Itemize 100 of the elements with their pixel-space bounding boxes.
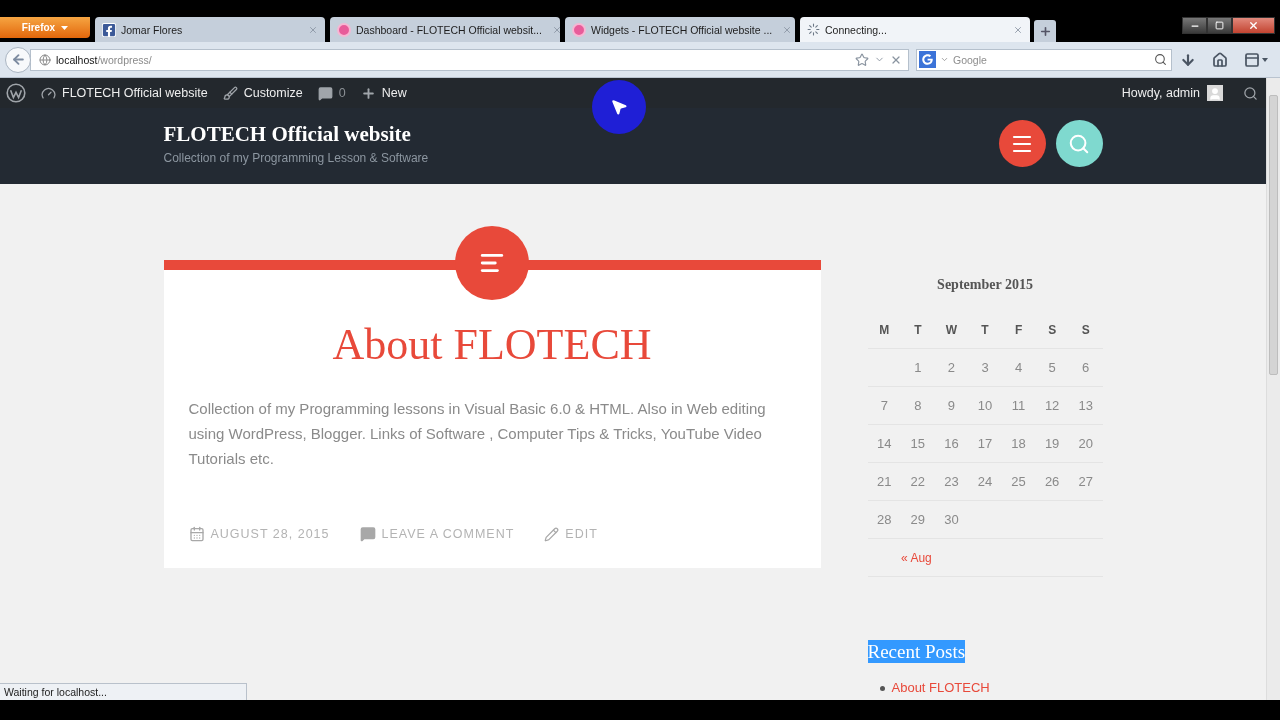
calendar-day: 28 xyxy=(867,512,902,527)
calendar-day: 18 xyxy=(1001,436,1036,451)
customize-link[interactable]: Customize xyxy=(222,85,303,101)
weekday-label: S xyxy=(1080,322,1091,337)
bullet-icon xyxy=(879,685,885,691)
caret-icon xyxy=(61,25,69,30)
site-name-link[interactable]: FLOTECH Official website xyxy=(41,85,208,101)
calendar-day: 21 xyxy=(867,474,902,489)
caret-icon xyxy=(940,55,949,64)
url-text: localhost/wordpress/ xyxy=(56,53,153,66)
logo-icon xyxy=(6,83,26,103)
avatar-icon xyxy=(1207,85,1223,101)
gauge-icon xyxy=(41,85,56,101)
weekday-label: W xyxy=(944,322,959,337)
plus-icon xyxy=(1038,24,1052,38)
new-tab-button[interactable] xyxy=(1034,20,1056,42)
search-engine-icon[interactable] xyxy=(919,51,936,68)
calendar-day: 5 xyxy=(1035,360,1069,375)
search-button[interactable] xyxy=(1055,120,1103,167)
calendar-day: 10 xyxy=(968,398,1002,413)
weekday-label: T xyxy=(980,322,990,337)
account-link[interactable]: Howdy, admin xyxy=(1121,86,1200,100)
calendar-day: 3 xyxy=(968,360,1002,375)
tab-title: Jomar Flores xyxy=(121,23,183,36)
tab-title: Widgets - FLOTECH Official website ... xyxy=(591,23,773,36)
circle-logo-icon xyxy=(337,22,351,37)
menu-button[interactable] xyxy=(998,120,1046,167)
brush-icon xyxy=(222,85,238,101)
calendar-day: 11 xyxy=(1001,398,1036,413)
scrollbar[interactable] xyxy=(1266,78,1280,700)
calendar-day: 14 xyxy=(867,436,902,451)
weekday-label: F xyxy=(1013,322,1024,337)
site-tagline: Collection of my Programming Lesson & Software xyxy=(163,150,429,167)
widget-heading: Recent Posts xyxy=(867,640,966,663)
minimize-button[interactable] xyxy=(1182,17,1207,34)
calendar-day: 4 xyxy=(1001,360,1036,375)
calendar-day: 7 xyxy=(867,398,902,413)
calendar-day: 9 xyxy=(934,398,969,413)
site-title[interactable]: FLOTECH Official website xyxy=(163,122,429,146)
tab-title: Dashboard - FLOTECH Official websit... xyxy=(356,23,542,36)
calendar-day: 2 xyxy=(934,360,969,375)
calendar-day: 29 xyxy=(901,512,935,527)
calendar-day: 19 xyxy=(1035,436,1069,451)
browser-tab[interactable]: Connecting... xyxy=(800,17,1030,42)
pencil-icon xyxy=(544,526,560,542)
weekday-label: T xyxy=(913,322,923,337)
tab-title: Connecting... xyxy=(825,23,887,36)
post-excerpt: Collection of my Programming lessons in Visual Basic 6.0 & HTML. Also in Web editing using WordPress, Blogger. Links of Software , Computer Tips & Tricks, YouTube Video Tutorials etc. xyxy=(188,399,767,469)
address-field[interactable]: localhost/wordpress/ xyxy=(30,48,909,71)
maximize-button[interactable] xyxy=(1207,17,1232,34)
calendar-day: 16 xyxy=(934,436,969,451)
calendar-day: 26 xyxy=(1035,474,1069,489)
calendar-day: 1 xyxy=(901,360,935,375)
browser-tab[interactable]: Dashboard - FLOTECH Official websit... xyxy=(330,17,560,42)
circle-logo-icon xyxy=(572,22,586,37)
comment-icon xyxy=(317,85,333,101)
new-link[interactable]: New xyxy=(360,85,407,101)
close-icon xyxy=(1248,20,1259,31)
browser-tab[interactable]: Widgets - FLOTECH Official website ... xyxy=(565,17,795,42)
weekday-label: M xyxy=(878,322,891,337)
comment-icon xyxy=(359,526,376,542)
calendar-day: 8 xyxy=(901,398,935,413)
back-button[interactable] xyxy=(5,46,31,73)
calendar-day: 22 xyxy=(901,474,935,489)
logo-link[interactable] xyxy=(6,83,26,103)
star-icon xyxy=(855,52,869,67)
plus-icon xyxy=(360,85,376,101)
weekday-label: S xyxy=(1047,322,1058,337)
calendar-icon xyxy=(188,526,205,542)
calendar-day: 20 xyxy=(1068,436,1103,451)
calendar-day: 25 xyxy=(1001,474,1036,489)
search-field[interactable]: Google xyxy=(916,48,1172,71)
comment-count: 0 xyxy=(338,86,346,100)
recent-post-link[interactable]: About FLOTECH xyxy=(891,679,990,697)
calendar-day: 17 xyxy=(968,436,1002,451)
calendar-day: 15 xyxy=(901,436,935,451)
search-icon[interactable] xyxy=(1243,85,1258,101)
calendar-day: 24 xyxy=(968,474,1002,489)
previous-month-link[interactable]: « Aug xyxy=(901,550,1002,565)
calendar-caption: September 2015 xyxy=(936,276,1034,294)
calendar-day: 13 xyxy=(1068,398,1103,413)
post-title[interactable]: About FLOTECH xyxy=(188,319,796,371)
browser-tab[interactable]: Jomar Flores xyxy=(95,17,325,42)
status-bar: Waiting for localhost... xyxy=(0,683,247,700)
close-button[interactable] xyxy=(1232,17,1275,34)
calendar-day: 6 xyxy=(1068,360,1103,375)
close-icon[interactable] xyxy=(551,24,562,35)
home-icon xyxy=(1212,51,1228,68)
loading-spinner-icon xyxy=(807,23,820,36)
calendar-day: 12 xyxy=(1035,398,1069,413)
maximize-icon xyxy=(1215,21,1224,30)
search-icon[interactable] xyxy=(1154,53,1167,66)
search-icon xyxy=(1068,132,1090,155)
calendar-day: 27 xyxy=(1068,474,1103,489)
globe-icon xyxy=(39,53,51,66)
comments-link[interactable]: 0 xyxy=(317,85,346,101)
window-icon xyxy=(1244,51,1260,68)
calendar-day: 30 xyxy=(934,512,969,527)
bookmark-star-button[interactable] xyxy=(855,52,869,67)
caret-icon xyxy=(1262,57,1268,62)
